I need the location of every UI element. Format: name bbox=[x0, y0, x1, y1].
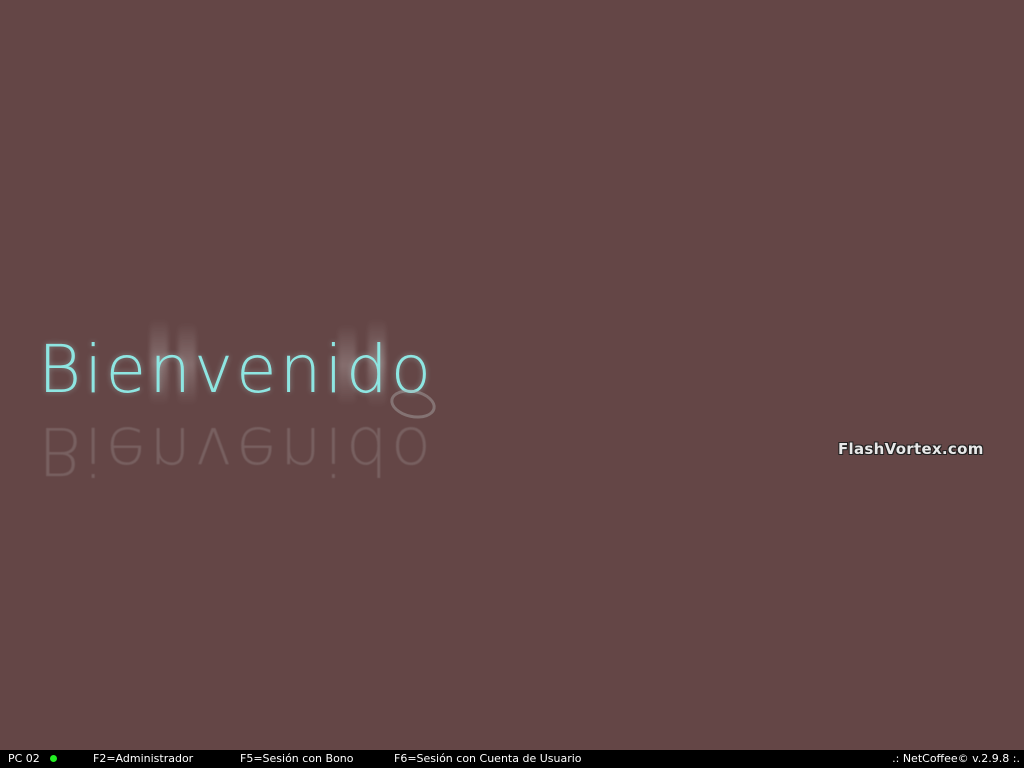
shortcut-account-session[interactable]: F6=Sesión con Cuenta de Usuario bbox=[394, 750, 582, 768]
welcome-banner: Bienvenido Bienvenido bbox=[38, 318, 458, 508]
lock-screen: Bienvenido Bienvenido FlashVortex.com PC… bbox=[0, 0, 1024, 768]
shortcut-admin[interactable]: F2=Administrador bbox=[93, 750, 193, 768]
online-status-icon bbox=[50, 755, 57, 762]
pc-label: PC 02 bbox=[8, 752, 40, 765]
welcome-text: Bienvenido bbox=[38, 331, 435, 408]
welcome-text-reflection: Bienvenido bbox=[38, 412, 435, 489]
version-label: .: NetCoffee© v.2.9.8 :. bbox=[892, 752, 1020, 765]
shortcut-voucher-session[interactable]: F5=Sesión con Bono bbox=[240, 750, 354, 768]
watermark-logo: FlashVortex.com bbox=[838, 440, 984, 458]
status-bar: PC 02 F2=Administrador F5=Sesión con Bon… bbox=[0, 750, 1024, 768]
